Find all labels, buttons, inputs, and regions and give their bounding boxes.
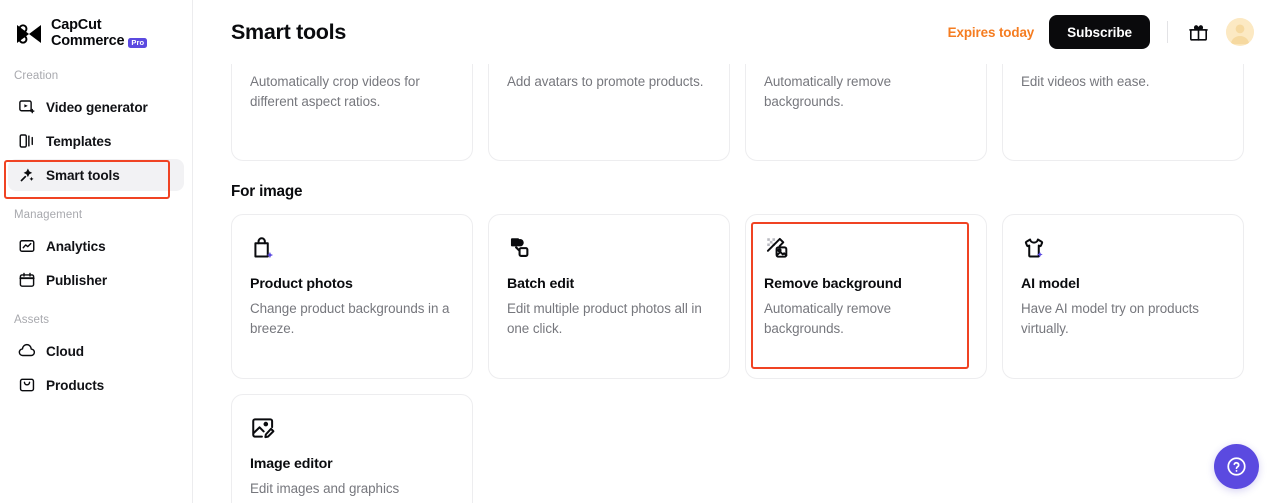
toolbar-divider [1167, 21, 1168, 43]
sidebar-item-templates[interactable]: Templates [8, 125, 184, 157]
pro-badge: Pro [128, 38, 147, 48]
tool-card-title: Batch edit [507, 276, 711, 292]
question-mark-icon [1225, 455, 1248, 478]
app-root: CapCut Commerce Pro Creation Video gen [0, 0, 1280, 503]
tool-card[interactable]: Add avatars to promote products. [488, 64, 730, 161]
help-button[interactable] [1214, 444, 1259, 489]
sidebar-group-creation: Creation Video generator [0, 60, 192, 191]
sidebar-item-label: Products [46, 378, 104, 393]
tool-card-title: Image editor [250, 456, 454, 472]
publisher-icon [18, 271, 36, 289]
topbar: Smart tools Expires today Subscribe [193, 0, 1280, 64]
tool-card[interactable]: Edit videos with ease. [1002, 64, 1244, 161]
tool-card[interactable]: Automatically remove backgrounds. [745, 64, 987, 161]
templates-icon [18, 132, 36, 150]
tool-card-description: Automatically crop videos for different … [250, 64, 454, 112]
sidebar-item-label: Analytics [46, 239, 106, 254]
tool-card-description: Change product backgrounds in a breeze. [250, 299, 454, 339]
tool-card-remove-background[interactable]: Remove background Automatically remove b… [745, 214, 987, 379]
shopping-bag-sparkle-icon [250, 235, 276, 261]
sidebar-item-label: Templates [46, 134, 111, 149]
tool-card-description: Automatically remove backgrounds. [764, 299, 968, 339]
brand-name: CapCut Commerce Pro [51, 18, 147, 49]
sidebar-item-label: Smart tools [46, 168, 120, 183]
tool-card-product-photos[interactable]: Product photos Change product background… [231, 214, 473, 379]
sidebar-item-products[interactable]: Products [8, 369, 184, 401]
sidebar-item-video-generator[interactable]: Video generator [8, 91, 184, 123]
tool-card[interactable]: Automatically crop videos for different … [231, 64, 473, 161]
capcut-logo-icon [14, 22, 44, 46]
tool-card-description: Edit images and graphics [250, 479, 454, 499]
for-video-card-row: Automatically crop videos for different … [231, 64, 1244, 161]
brand-logo[interactable]: CapCut Commerce Pro [0, 0, 192, 52]
tshirt-sparkle-icon [1021, 235, 1047, 261]
sidebar-group-assets: Assets Cloud Products [0, 304, 192, 401]
smart-tools-icon [18, 166, 36, 184]
sidebar-item-label: Publisher [46, 273, 107, 288]
sidebar-group-label-management: Management [0, 199, 192, 228]
for-image-card-row-2: Image editor Edit images and graphics [231, 394, 1244, 503]
sidebar-item-analytics[interactable]: Analytics [8, 230, 184, 262]
tool-card-description: Automatically remove backgrounds. [764, 64, 968, 112]
user-avatar[interactable] [1226, 18, 1254, 46]
sidebar: CapCut Commerce Pro Creation Video gen [0, 0, 193, 503]
page-title: Smart tools [231, 20, 346, 45]
brand-line-2: Commerce [51, 34, 124, 50]
tool-card-title: Product photos [250, 276, 454, 292]
expires-label[interactable]: Expires today [948, 25, 1035, 40]
section-title-for-image: For image [231, 183, 1244, 201]
sidebar-group-label-assets: Assets [0, 304, 192, 333]
sidebar-item-label: Cloud [46, 344, 84, 359]
image-editor-icon [250, 415, 276, 441]
remove-background-icon [764, 235, 790, 261]
main-content: Smart tools Expires today Subscribe [193, 0, 1280, 503]
gift-icon[interactable] [1185, 19, 1211, 45]
sidebar-item-smart-tools[interactable]: Smart tools [8, 159, 184, 191]
sidebar-group-label-creation: Creation [0, 60, 192, 89]
sidebar-group-management: Management Analytics [0, 199, 192, 296]
batch-edit-icon [507, 235, 533, 261]
tool-card-title: Remove background [764, 276, 968, 292]
tool-card-ai-model[interactable]: AI model Have AI model try on products v… [1002, 214, 1244, 379]
sidebar-item-cloud[interactable]: Cloud [8, 335, 184, 367]
for-image-card-row: Product photos Change product background… [231, 214, 1244, 379]
tools-content: Automatically crop videos for different … [193, 64, 1280, 503]
tool-card-image-editor[interactable]: Image editor Edit images and graphics [231, 394, 473, 503]
analytics-icon [18, 237, 36, 255]
subscribe-button[interactable]: Subscribe [1049, 15, 1150, 49]
topbar-actions: Expires today Subscribe [948, 15, 1254, 49]
sidebar-item-publisher[interactable]: Publisher [8, 264, 184, 296]
tool-card-description: Have AI model try on products virtually. [1021, 299, 1225, 339]
tool-card-description: Add avatars to promote products. [507, 64, 711, 92]
brand-line-1: CapCut [51, 18, 147, 34]
products-icon [18, 376, 36, 394]
video-generator-icon [18, 98, 36, 116]
tool-card-batch-edit[interactable]: Batch edit Edit multiple product photos … [488, 214, 730, 379]
cloud-icon [18, 342, 36, 360]
tool-card-description: Edit videos with ease. [1021, 64, 1225, 92]
tool-card-description: Edit multiple product photos all in one … [507, 299, 711, 339]
tool-card-title: AI model [1021, 276, 1225, 292]
sidebar-item-label: Video generator [46, 100, 148, 115]
